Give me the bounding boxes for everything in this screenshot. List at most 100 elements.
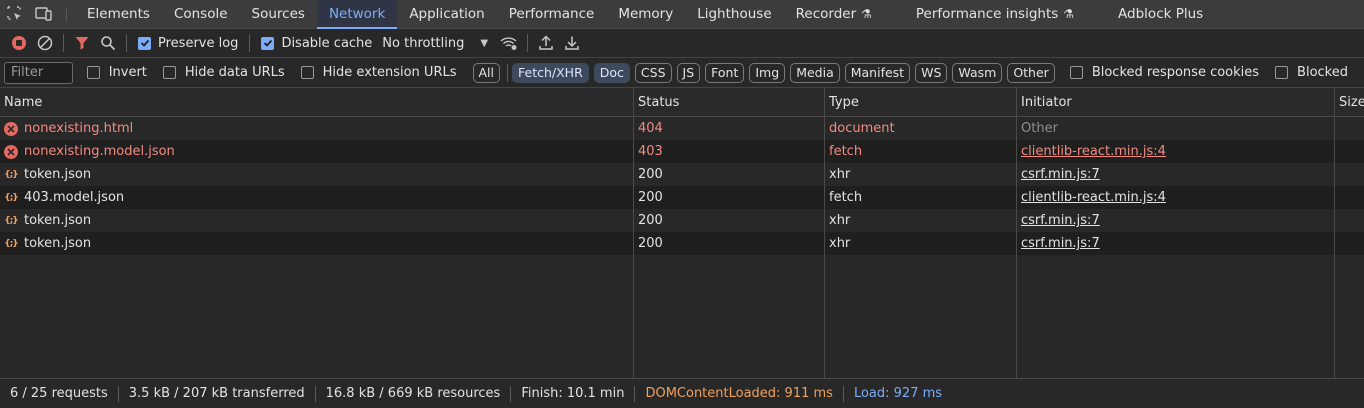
clear-button[interactable]	[32, 30, 58, 56]
blocked-response-cookies-checkbox[interactable]: Blocked response cookies	[1069, 65, 1260, 80]
cell-name: {;} token.json	[0, 209, 634, 232]
export-har-button[interactable]	[559, 30, 585, 56]
tab-recorder[interactable]: Recorder ⚗	[784, 0, 884, 28]
transferred-size: 3.5 kB / 207 kB transferred	[128, 386, 305, 401]
checkbox-checked-icon	[261, 36, 275, 50]
resource-type-filters: All Fetch/XHR Doc CSS JS Font Img Media Manifest…	[472, 62, 1060, 83]
hide-data-urls-checkbox[interactable]: Hide data URLs	[162, 65, 285, 80]
caret-down-icon: ▼	[480, 37, 489, 49]
toolbar-divider	[63, 34, 64, 52]
cell-initiator: Other	[1017, 117, 1335, 140]
cell-initiator: clientlib-react.min.js:4	[1017, 186, 1335, 209]
column-header-name[interactable]: Name	[0, 88, 634, 116]
cell-initiator-text[interactable]: clientlib-react.min.js:4	[1021, 144, 1166, 159]
json-icon: {;}	[4, 238, 18, 249]
stop-recording-button[interactable]	[6, 30, 32, 56]
blocked-requests-checkbox[interactable]: Blocked	[1275, 65, 1348, 80]
type-filter-font[interactable]: Font	[705, 62, 745, 83]
type-filter-ws[interactable]: WS	[915, 62, 948, 83]
cell-type-text: document	[829, 121, 895, 136]
status-divider	[634, 385, 636, 402]
cell-initiator-text[interactable]: clientlib-react.min.js:4	[1021, 190, 1166, 205]
table-row[interactable]: nonexisting.html 404 document Other	[0, 117, 1364, 140]
hide-extension-urls-checkbox[interactable]: Hide extension URLs	[300, 65, 457, 80]
cell-name: {;} token.json	[0, 163, 634, 186]
table-row[interactable]: {;} 403.model.json 200 fetch clientlib-react…	[0, 186, 1364, 209]
preserve-log-checkbox[interactable]: Preserve log	[138, 36, 238, 51]
json-icon: {;}	[4, 169, 18, 180]
status-divider	[117, 385, 119, 402]
cell-status: 404	[634, 117, 825, 140]
inspect-element-icon[interactable]	[0, 0, 29, 28]
filter-input[interactable]: Filter	[4, 61, 73, 84]
table-row[interactable]: {;} token.json 200 xhr csrf.min.js:7	[0, 163, 1364, 186]
type-filter-manifest[interactable]: Manifest	[844, 62, 911, 83]
tab-memory[interactable]: Memory	[606, 0, 685, 28]
import-har-button[interactable]	[533, 30, 559, 56]
tab-elements[interactable]: Elements	[75, 0, 162, 28]
type-filter-css[interactable]: CSS	[634, 62, 672, 83]
type-filter-wasm[interactable]: Wasm	[952, 62, 1003, 83]
request-name: nonexisting.html	[24, 121, 134, 136]
type-filter-media[interactable]: Media	[790, 62, 840, 83]
throttling-select[interactable]: No throttling ▼	[382, 36, 488, 51]
cell-status: 200	[634, 186, 825, 209]
invert-checkbox[interactable]: Invert	[86, 65, 147, 80]
column-header-type[interactable]: Type	[825, 88, 1017, 116]
cell-initiator-text[interactable]: csrf.min.js:7	[1021, 167, 1100, 182]
table-row[interactable]: nonexisting.model.json 403 fetch clientlib-…	[0, 140, 1364, 163]
experimental-flask-icon: ⚗	[861, 7, 872, 21]
cell-size	[1335, 140, 1364, 163]
hide-extension-urls-label: Hide extension URLs	[322, 65, 457, 80]
checkbox-unchecked-icon	[162, 66, 176, 79]
clear-icon	[37, 35, 53, 51]
request-count: 6 / 25 requests	[10, 386, 108, 401]
tab-label: Elements	[87, 6, 150, 22]
resources-size: 16.8 kB / 669 kB resources	[325, 386, 501, 401]
cell-initiator: clientlib-react.min.js:4	[1017, 140, 1335, 163]
table-row[interactable]: {;} token.json 200 xhr csrf.min.js:7	[0, 209, 1364, 232]
network-conditions-button[interactable]	[496, 30, 522, 56]
type-filter-other[interactable]: Other	[1007, 62, 1055, 83]
tab-label: Memory	[618, 6, 674, 22]
download-icon	[565, 36, 579, 50]
checkbox-unchecked-icon	[1275, 66, 1289, 79]
disable-cache-checkbox[interactable]: Disable cache	[261, 36, 372, 51]
type-filter-all[interactable]: All	[472, 62, 500, 83]
tab-sources[interactable]: Sources	[240, 0, 317, 28]
tab-performance[interactable]: Performance	[497, 0, 607, 28]
experimental-flask-icon: ⚗	[1063, 7, 1075, 21]
column-header-status[interactable]: Status	[634, 88, 825, 116]
blocked-requests-label: Blocked	[1297, 65, 1348, 80]
toolbar-divider	[249, 34, 251, 52]
type-filter-doc[interactable]: Doc	[593, 62, 630, 83]
cell-initiator-text[interactable]: csrf.min.js:7	[1021, 213, 1100, 228]
cell-initiator-text[interactable]: csrf.min.js:7	[1021, 236, 1100, 251]
search-button[interactable]	[95, 30, 121, 56]
blocked-response-cookies-label: Blocked response cookies	[1091, 65, 1260, 80]
cell-size	[1335, 163, 1364, 186]
type-filter-img[interactable]: Img	[749, 62, 786, 83]
tab-console[interactable]: Console	[162, 0, 240, 28]
tab-application[interactable]: Application	[397, 0, 496, 28]
error-icon	[4, 144, 18, 159]
tab-bar-divider	[66, 7, 67, 21]
tab-performance-insights[interactable]: Performance insights ⚗	[904, 0, 1086, 28]
column-header-size[interactable]: Size	[1335, 88, 1364, 116]
chip-divider	[507, 63, 508, 82]
cell-type: xhr	[825, 232, 1017, 255]
type-filter-js[interactable]: JS	[676, 62, 701, 83]
device-toolbar-icon[interactable]	[29, 0, 58, 28]
filter-toggle-button[interactable]	[69, 30, 95, 56]
table-row[interactable]: {;} token.json 200 xhr csrf.min.js:7	[0, 232, 1364, 255]
tab-label: Application	[409, 6, 485, 22]
tab-label: Lighthouse	[697, 6, 772, 22]
tab-adblock-plus[interactable]: Adblock Plus	[1106, 0, 1215, 28]
tab-lighthouse[interactable]: Lighthouse	[685, 0, 783, 28]
column-header-initiator[interactable]: Initiator	[1017, 88, 1335, 116]
cell-type: document	[825, 117, 1017, 140]
tab-network[interactable]: Network	[316, 0, 398, 29]
cell-type: xhr	[825, 163, 1017, 186]
type-filter-fetch-xhr[interactable]: Fetch/XHR	[512, 62, 589, 83]
network-toolbar: Preserve log Disable cache No throttling…	[0, 29, 1364, 58]
